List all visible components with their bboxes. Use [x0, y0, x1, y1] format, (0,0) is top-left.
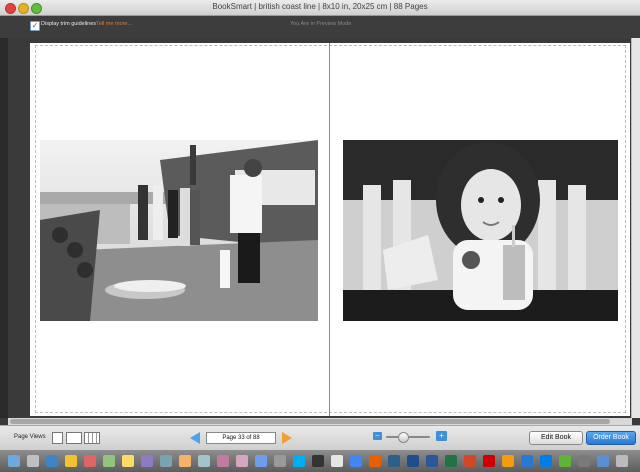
- trash-icon[interactable]: [616, 455, 628, 467]
- booksmart-icon[interactable]: [521, 455, 533, 467]
- evernote-icon[interactable]: [559, 455, 571, 467]
- horizontal-scrollbar[interactable]: [8, 418, 632, 425]
- spread-gutter: [329, 43, 330, 416]
- finder-icon[interactable]: [8, 455, 20, 467]
- title-bar: BookSmart | british coast line | 8x10 in…: [0, 0, 640, 16]
- word-icon[interactable]: [426, 455, 438, 467]
- lightroom-icon[interactable]: [388, 455, 400, 467]
- order-book-button[interactable]: Order Book: [586, 431, 636, 445]
- contacts-icon[interactable]: [84, 455, 96, 467]
- zoom-in-icon[interactable]: +: [436, 431, 447, 441]
- page-views-label: Page Views: [14, 434, 46, 440]
- horizontal-scroll-thumb[interactable]: [10, 419, 610, 424]
- facetime-icon[interactable]: [198, 455, 210, 467]
- dropbox-icon[interactable]: [540, 455, 552, 467]
- appstore-icon[interactable]: [255, 455, 267, 467]
- itunes-icon[interactable]: [236, 455, 248, 467]
- single-page-view-icon[interactable]: [52, 432, 63, 444]
- page-indicator-field[interactable]: Page 33 of 88: [206, 432, 276, 444]
- messages-icon[interactable]: [179, 455, 191, 467]
- right-page-photo[interactable]: [343, 140, 618, 321]
- next-page-button[interactable]: [282, 432, 292, 444]
- dock: [0, 450, 640, 472]
- preview-mode-text: You Are in Preview Mode: [290, 21, 352, 27]
- bottom-bar: Page Views Page 33 of 88 – + Edit Book O…: [0, 425, 640, 450]
- mail-icon[interactable]: [65, 455, 77, 467]
- tell-me-more-link[interactable]: Tell me more...: [96, 21, 132, 27]
- vertical-ruler: [0, 38, 8, 418]
- downloads-icon[interactable]: [597, 455, 609, 467]
- trim-guidelines-label: Display trim guidelines: [41, 21, 97, 27]
- safari-icon[interactable]: [46, 455, 58, 467]
- terminal-icon[interactable]: [312, 455, 324, 467]
- zoom-slider-knob[interactable]: [398, 432, 409, 443]
- window-title: BookSmart | british coast line | 8x10 in…: [212, 2, 428, 11]
- reminders-icon[interactable]: [141, 455, 153, 467]
- photoshop-icon[interactable]: [407, 455, 419, 467]
- powerpoint-icon[interactable]: [464, 455, 476, 467]
- previous-page-button[interactable]: [190, 432, 200, 444]
- preferences-icon[interactable]: [274, 455, 286, 467]
- vlc-icon[interactable]: [502, 455, 514, 467]
- launchpad-icon[interactable]: [27, 455, 39, 467]
- grid-view-icon[interactable]: [84, 432, 100, 444]
- firefox-icon[interactable]: [369, 455, 381, 467]
- top-toolbar: ✓ Display trim guidelines Tell me more..…: [0, 16, 640, 38]
- spread-view-icon[interactable]: [66, 432, 82, 444]
- excel-icon[interactable]: [445, 455, 457, 467]
- skype-icon[interactable]: [293, 455, 305, 467]
- acrobat-icon[interactable]: [483, 455, 495, 467]
- vertical-scrollbar[interactable]: [631, 38, 640, 418]
- utility-icon[interactable]: [578, 455, 590, 467]
- calendar-icon[interactable]: [103, 455, 115, 467]
- zoom-out-icon[interactable]: –: [373, 432, 382, 440]
- left-page-photo[interactable]: [40, 140, 318, 321]
- textedit-icon[interactable]: [331, 455, 343, 467]
- photos-icon[interactable]: [217, 455, 229, 467]
- notes-icon[interactable]: [122, 455, 134, 467]
- trim-guidelines-checkbox[interactable]: ✓: [30, 21, 40, 31]
- edit-book-button[interactable]: Edit Book: [529, 431, 583, 445]
- maps-icon[interactable]: [160, 455, 172, 467]
- chrome-icon[interactable]: [350, 455, 362, 467]
